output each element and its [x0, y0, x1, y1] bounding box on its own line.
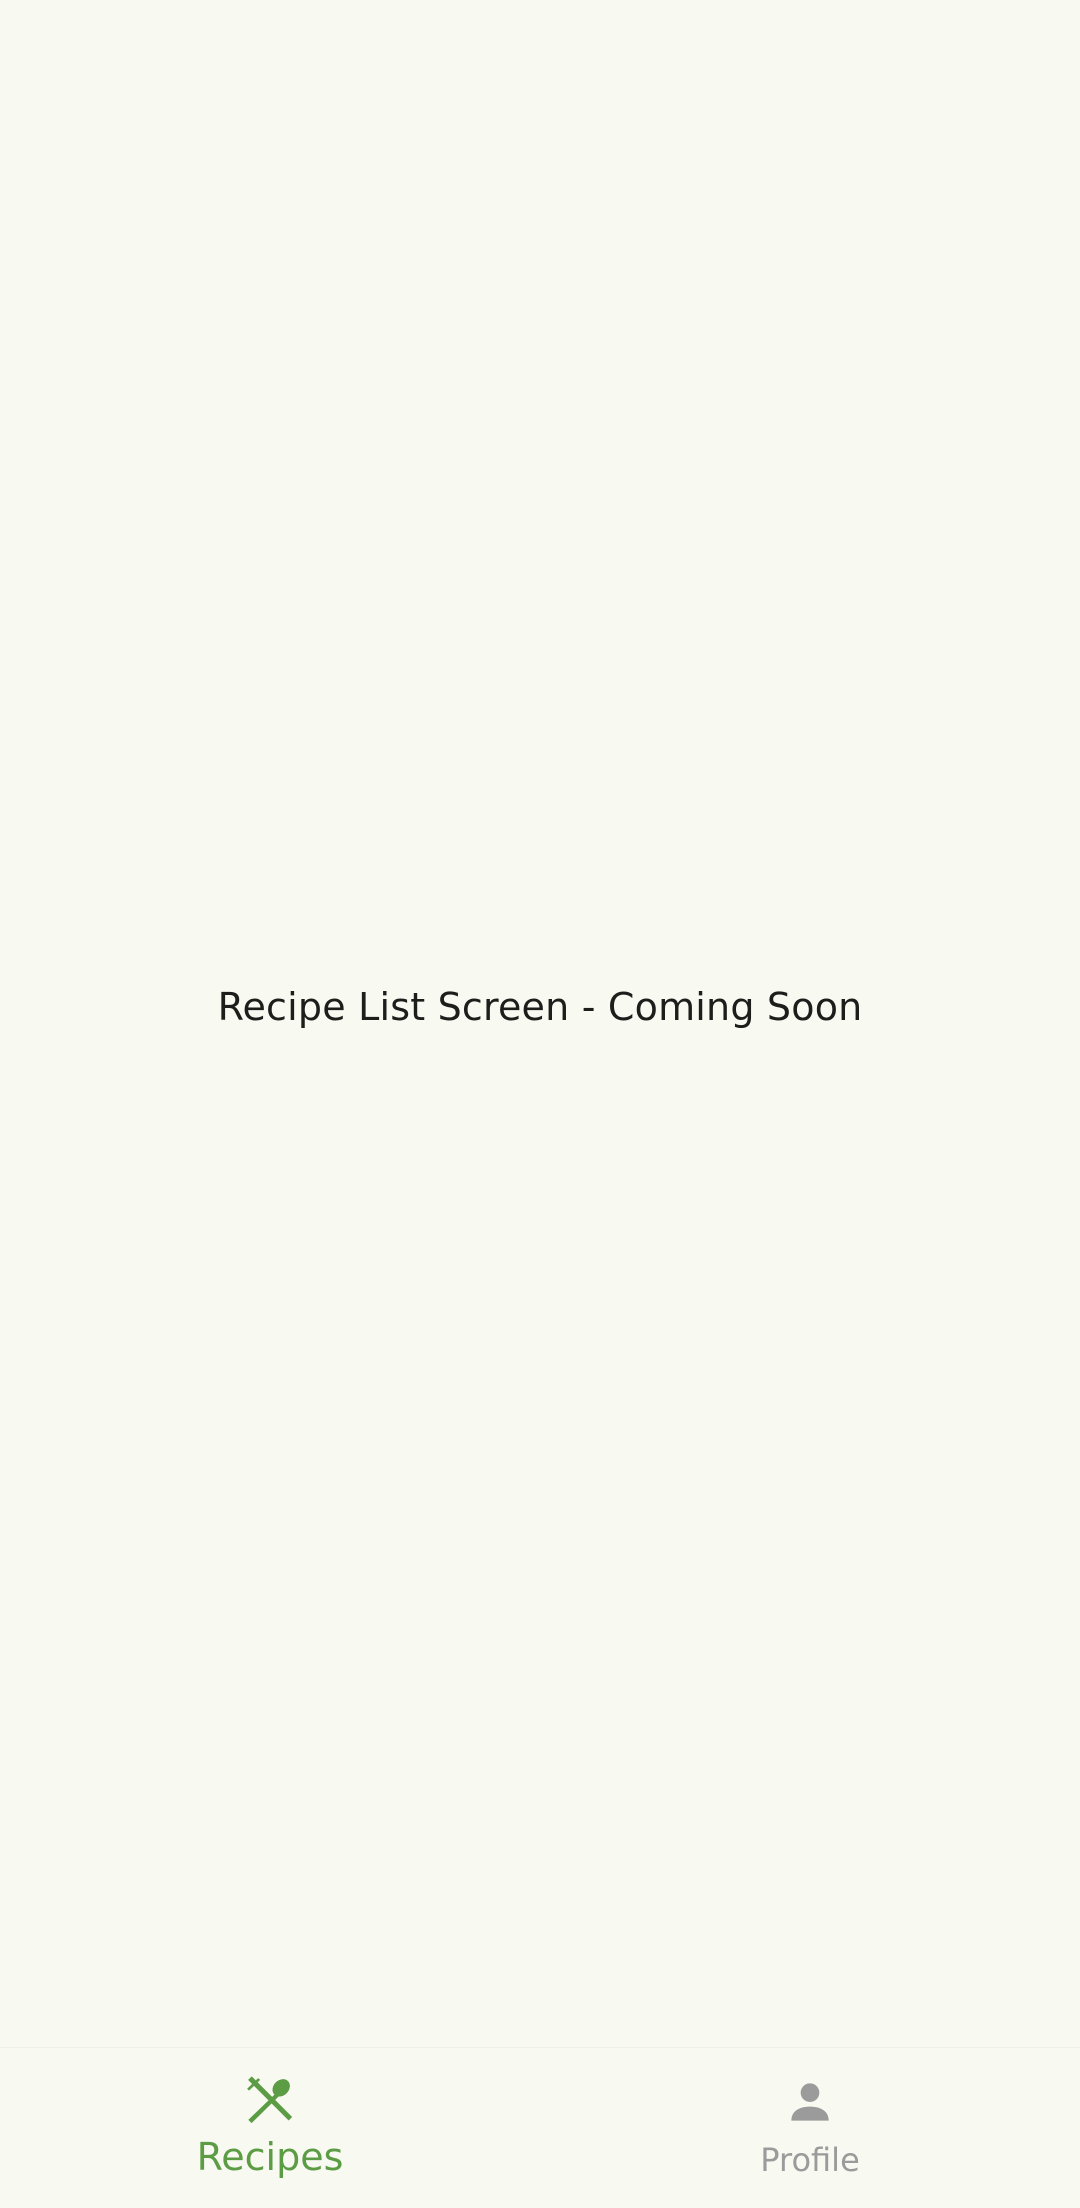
nav-item-profile[interactable]: Profile	[540, 2048, 1080, 2208]
nav-label-profile: Profile	[760, 2141, 860, 2179]
person-icon	[791, 2083, 829, 2121]
nav-item-recipes[interactable]: Recipes	[0, 2048, 540, 2208]
nav-label-recipes: Recipes	[196, 2135, 344, 2179]
bottom-navigation-bar: Recipes Profile	[0, 2047, 1080, 2208]
placeholder-message: Recipe List Screen - Coming Soon	[217, 985, 863, 1029]
app-root: Recipe List Screen - Coming Soon Recipes	[0, 0, 1080, 2208]
fork-spoon-icon	[247, 2076, 293, 2124]
main-content: Recipe List Screen - Coming Soon	[0, 0, 1080, 2048]
